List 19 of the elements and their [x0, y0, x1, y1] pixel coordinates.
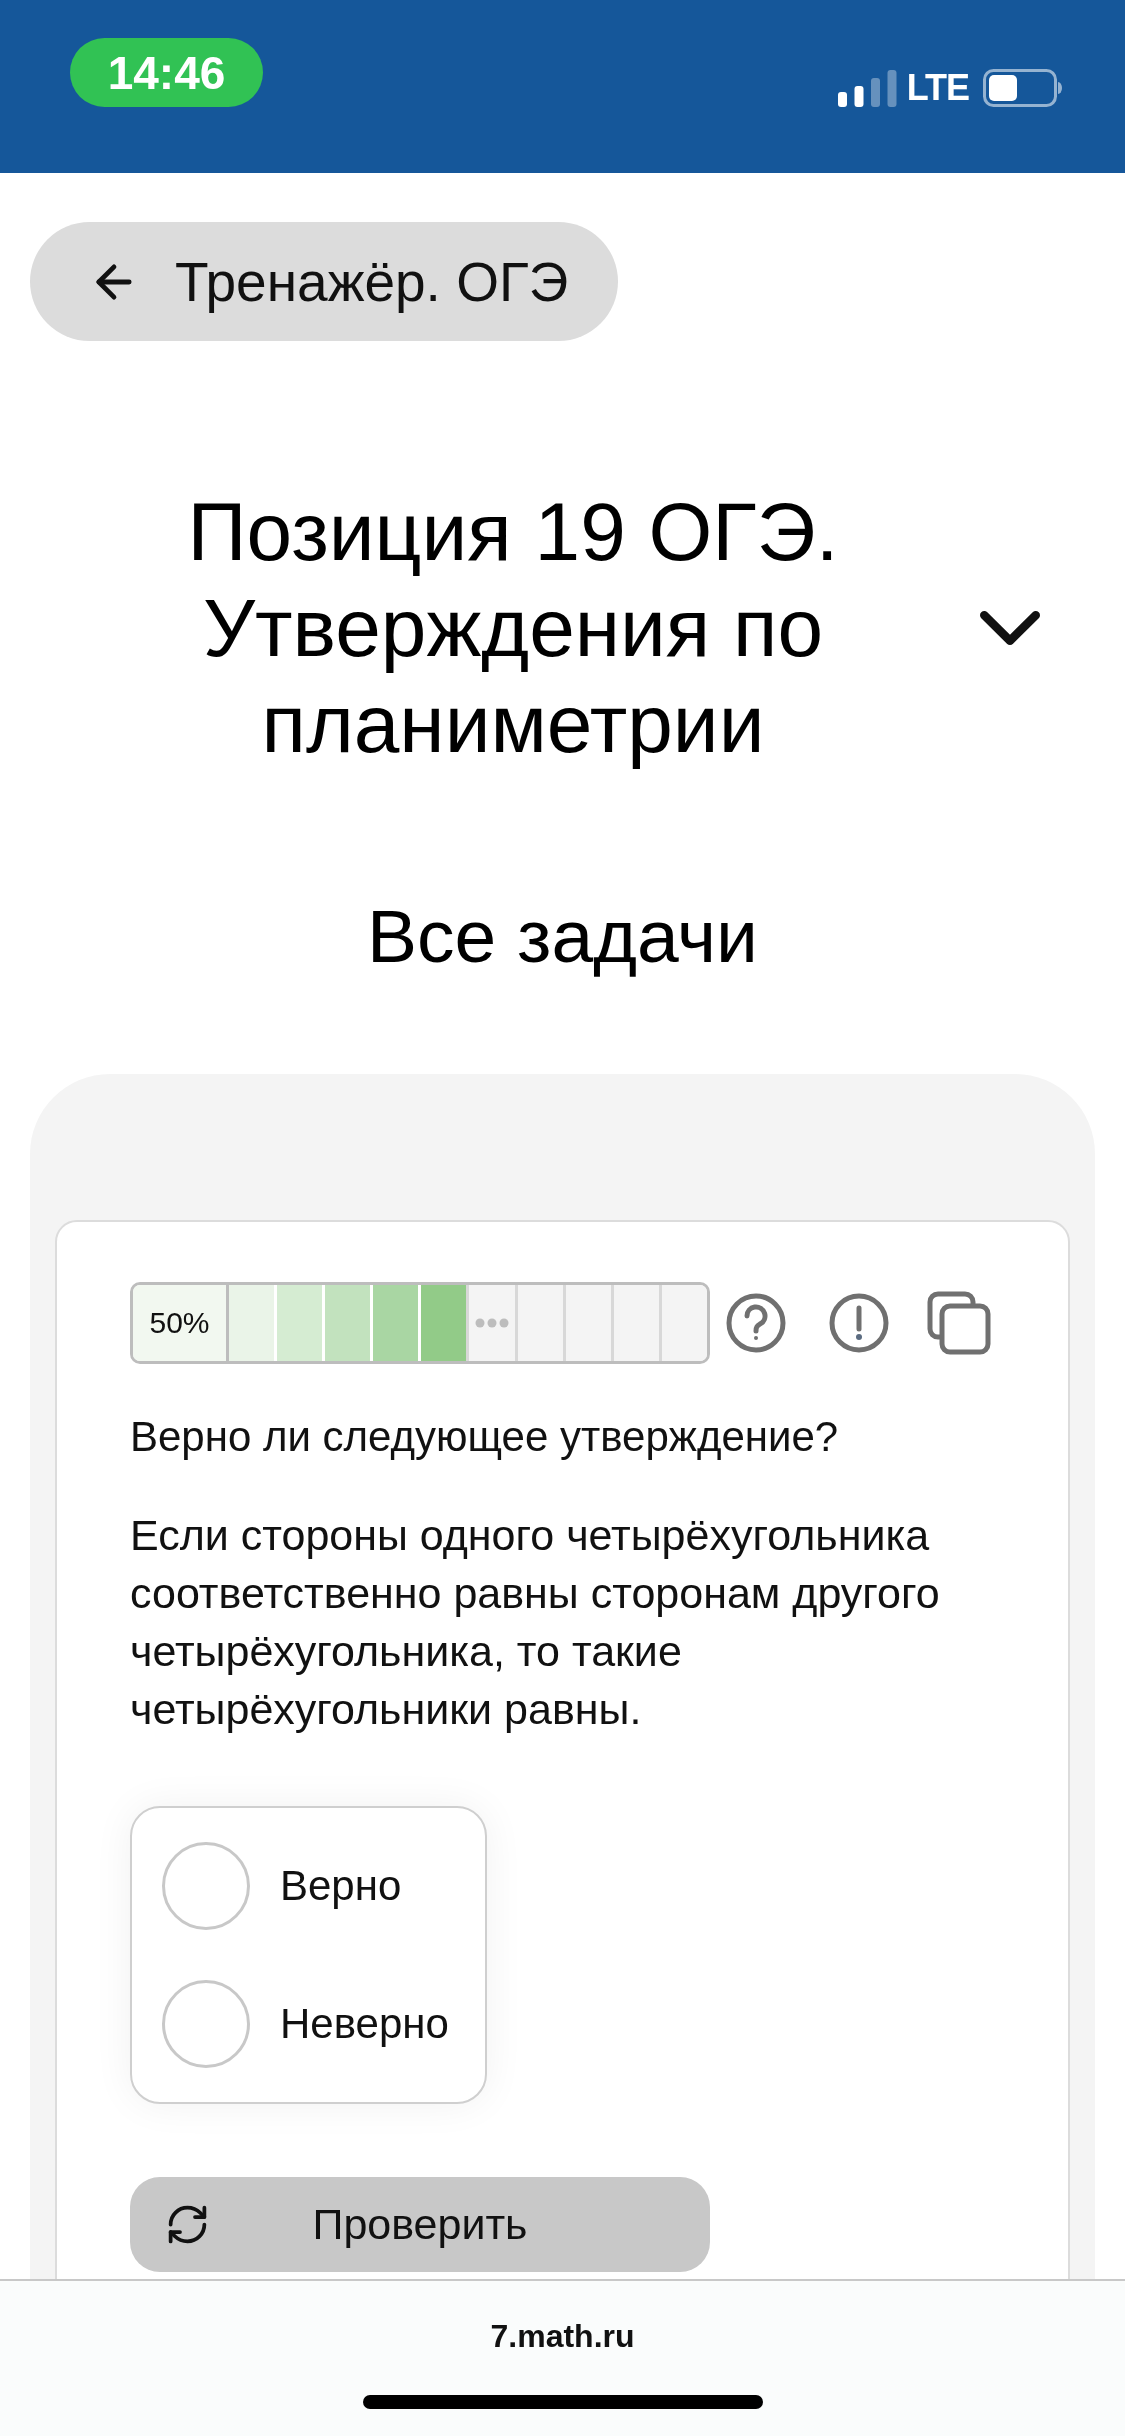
back-button[interactable]: Тренажёр. ОГЭ [30, 222, 619, 341]
radio-option[interactable]: Верно [162, 1842, 469, 1930]
status-time: 14:46 [70, 38, 263, 107]
chevron-down-icon[interactable] [980, 611, 1040, 645]
statement-text: Если стороны одного четырёхугольника соответственно равны сторонам другого четырёхугольника, то такие четырёхугольники равны. [130, 1510, 941, 1735]
ellipsis-icon [475, 1318, 509, 1328]
signal-icon [837, 69, 897, 107]
network-label: LTE [906, 69, 969, 107]
question-text: Верно ли следующее утверждение? [130, 1414, 839, 1460]
page-title: Позиция 19 ОГЭ. Утверждения по планиметрии [186, 485, 840, 771]
url-text[interactable]: 7.math.ru [490, 2316, 635, 2356]
help-icon[interactable] [726, 1293, 786, 1353]
radio-option[interactable]: Неверно [162, 1980, 469, 2068]
check-button[interactable]: Проверить [130, 2177, 710, 2272]
battery-icon [983, 69, 1064, 107]
copy-icon[interactable] [927, 1291, 991, 1355]
alert-icon[interactable] [829, 1293, 889, 1353]
section-title: Все задачи [367, 893, 758, 980]
progress-percent: 50% [133, 1285, 226, 1361]
